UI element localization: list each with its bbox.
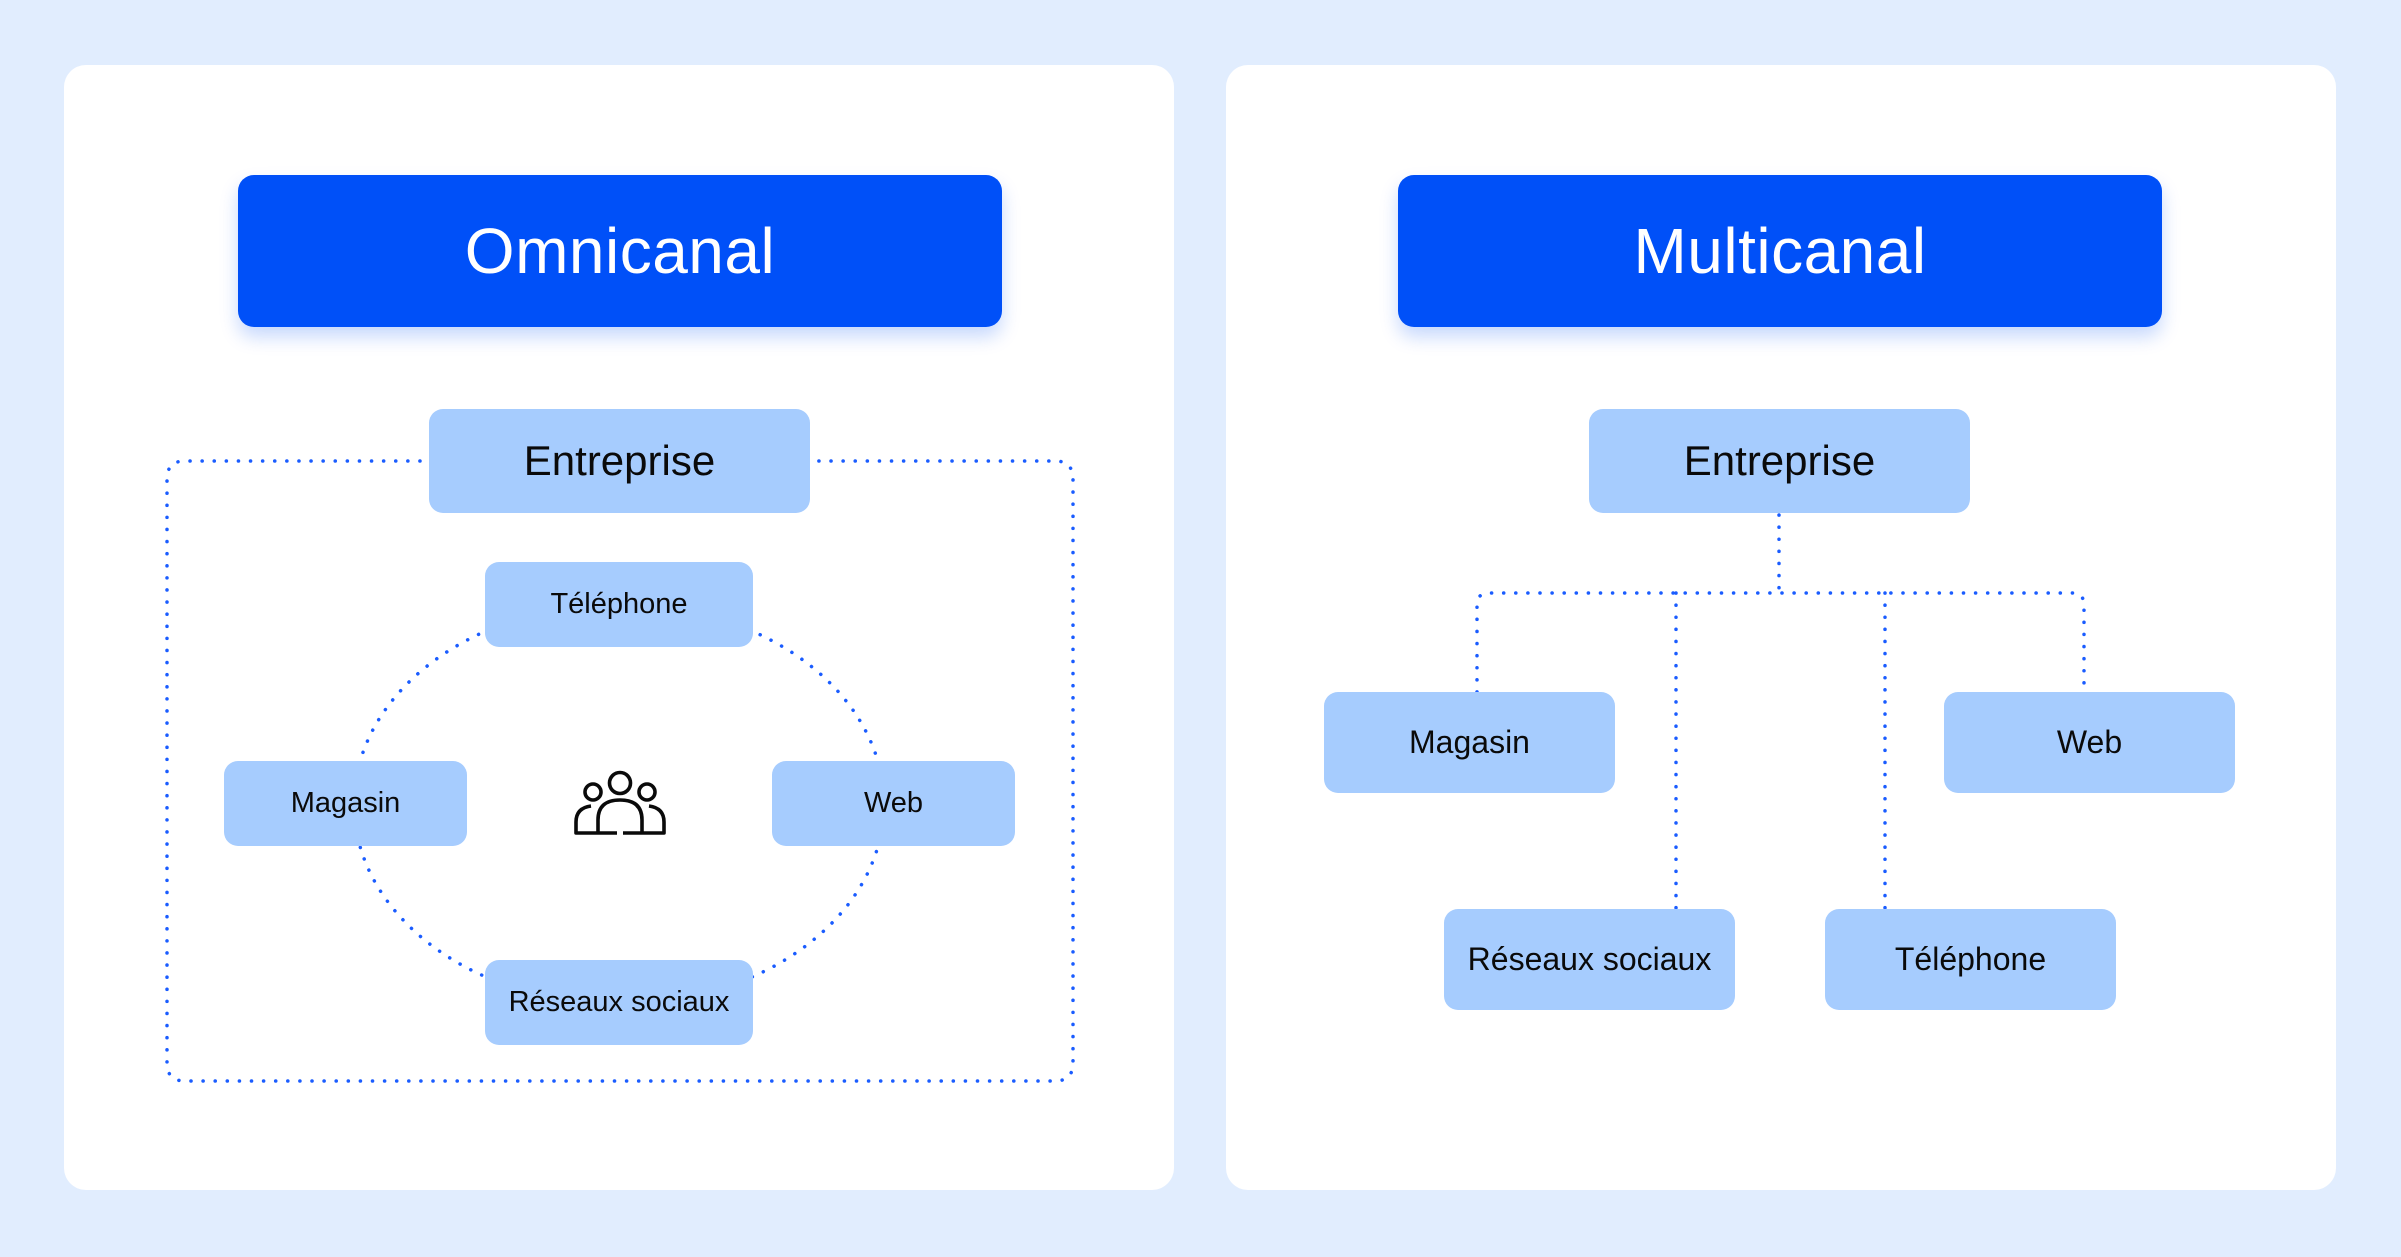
multichannel-channel-web: Web (1944, 692, 2235, 793)
omnichannel-channel-web: Web (772, 761, 1015, 846)
omnichannel-channel-telephone: Téléphone (485, 562, 753, 647)
omnichannel-hub-entreprise: Entreprise (429, 409, 810, 513)
multichannel-title: Multicanal (1398, 175, 2162, 327)
omnichannel-channel-reseaux-sociaux: Réseaux sociaux (485, 960, 753, 1045)
omnichannel-channel-magasin: Magasin (224, 761, 467, 846)
omnichannel-title: Omnicanal (238, 175, 1002, 327)
multichannel-channel-reseaux-sociaux: Réseaux sociaux (1444, 909, 1735, 1010)
multichannel-channel-telephone: Téléphone (1825, 909, 2116, 1010)
people-group-icon (574, 770, 666, 835)
multichannel-hub-entreprise: Entreprise (1589, 409, 1970, 513)
multichannel-channel-magasin: Magasin (1324, 692, 1615, 793)
